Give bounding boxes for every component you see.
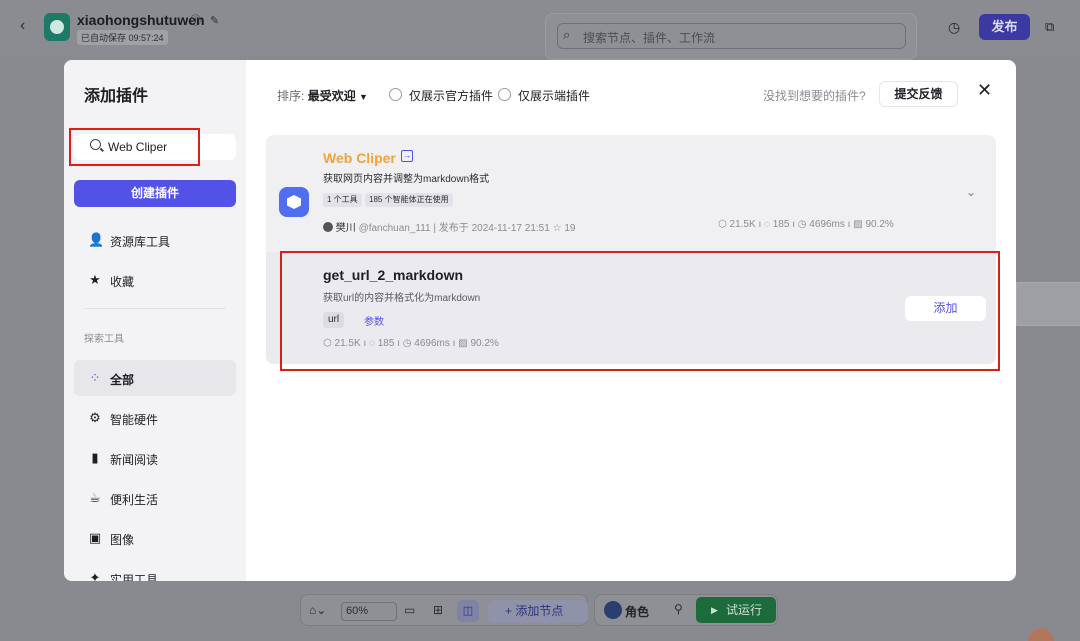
debug-icon[interactable]: ⚲ [674, 602, 683, 616]
not-found-text: 没找到想要的插件? [763, 89, 866, 103]
back-icon[interactable]: ‹ [20, 17, 25, 35]
comment-icon[interactable]: ▭ [404, 603, 415, 617]
sidebar-item-favorites[interactable]: ★ 收藏 [74, 262, 236, 298]
clock-icon: ◷ [797, 219, 810, 230]
grid-icon: ⁘ [89, 370, 101, 385]
author-avatar [323, 222, 333, 232]
plugin-logo-icon [279, 187, 309, 217]
mouse-icon[interactable]: ⌂⌄ [309, 603, 326, 617]
sidebar-item-label: 资源库工具 [110, 235, 171, 249]
tool-icon: ✦ [89, 570, 101, 582]
publish-date: 发布于 2024-11-17 21:51 [438, 223, 550, 234]
client-only-radio[interactable] [498, 88, 511, 101]
sidebar-item-news-reading[interactable]: ▮ 新闻阅读 [74, 440, 236, 476]
history-icon[interactable]: ◷ [948, 19, 960, 36]
modal-main: 排序: 最受欢迎 ▼ 仅展示官方插件 仅展示端插件 没找到想要的插件? 提交反馈… [246, 60, 1016, 581]
stat-calls: 21.5K [729, 219, 756, 230]
calls-icon: ⬡ [718, 219, 730, 230]
autosave-status: 已自动保存 09:57:24 [77, 30, 168, 45]
user-icon: 👤 [88, 232, 105, 247]
star-icon: ☆ [552, 223, 562, 234]
sidebar-item-label: 图像 [110, 533, 135, 547]
sort-dropdown[interactable]: 排序: 最受欢迎 ▼ [277, 87, 368, 104]
sidebar-item-life[interactable]: ☕ 便利生活 [74, 480, 236, 516]
sort-value: 最受欢迎 [307, 89, 356, 103]
sidebar-item-image[interactable]: ▣ 图像 [74, 520, 236, 556]
role-avatar[interactable] [604, 601, 622, 619]
test-run-label: 试运行 [726, 603, 763, 617]
official-only-radio[interactable] [389, 88, 402, 101]
role-label[interactable]: 角色 [625, 603, 649, 620]
explore-section-label: 探索工具 [84, 334, 124, 345]
author-name: 樊川 [335, 223, 356, 234]
bottom-toolbar: ⌂⌄ 60% ▭ ⊞ ◫ + 添加节点 角色 ⚲ ▶ 试运行 [300, 594, 778, 628]
play-icon: ▶ [711, 605, 718, 615]
sidebar-item-label: 便利生活 [110, 493, 159, 507]
node-search-placeholder: 搜索节点、插件、工作流 [583, 31, 716, 45]
official-only-label[interactable]: 仅展示官方插件 [409, 87, 493, 104]
zoom-select[interactable]: 60% [341, 602, 397, 621]
sidebar-item-label: 新闻阅读 [110, 453, 159, 467]
search-icon: ⌕ [563, 27, 571, 42]
copy-icon[interactable]: ⧉ [1045, 19, 1054, 35]
sidebar-item-label: 全部 [110, 373, 135, 387]
sidebar-item-label: 智能硬件 [110, 413, 159, 427]
canvas-node [1016, 282, 1080, 326]
layout-icon[interactable]: ⊞ [433, 603, 443, 617]
sidebar-item-library-tools[interactable]: 👤 资源库工具 [74, 222, 236, 258]
app-title: xiaohongshutuwen [77, 12, 205, 28]
stat-latency: 4696ms [809, 219, 845, 230]
image-icon: ▣ [88, 530, 102, 545]
sidebar-item-label: 收藏 [110, 275, 135, 289]
stat-success: 90.2% [865, 219, 894, 230]
modal-sidebar: 添加插件 Web Cliper 创建插件 👤 资源库工具 ★ 收藏 探索工具 ⁘… [64, 60, 246, 581]
annotation-highlight-search [69, 128, 200, 166]
add-plugin-modal: 添加插件 Web Cliper 创建插件 👤 资源库工具 ★ 收藏 探索工具 ⁘… [64, 60, 1016, 581]
sidebar-divider [84, 308, 226, 309]
user-avatar[interactable] [1028, 628, 1054, 641]
add-node-button[interactable]: + 添加节点 [488, 600, 588, 623]
chip-icon: ⚙ [89, 410, 101, 425]
plugin-stats: ⬡ 21.5K ı ◌ 185 ı ◷ 4696ms ı ▨ 90.2% [718, 219, 894, 230]
minimap-icon[interactable]: ◫ [457, 600, 479, 622]
sidebar-item-label: 实用工具 [110, 573, 159, 581]
tool-count-badge: 1 个工具 [323, 193, 362, 207]
author-handle: @fanchuan_111 [358, 223, 431, 234]
app-logo [44, 13, 70, 41]
star-count: 19 [564, 223, 576, 234]
stat-bots: 185 [772, 219, 790, 230]
annotation-highlight-tool [280, 251, 1000, 371]
test-run-button[interactable]: ▶ 试运行 [696, 597, 776, 623]
plugin-name[interactable]: Web Cliper [323, 150, 396, 166]
external-link-icon[interactable]: → [401, 150, 413, 162]
feedback-button[interactable]: 提交反馈 [879, 81, 958, 107]
bot-usage-badge: 185 个智能体正在使用 [365, 193, 453, 207]
sidebar-item-utilities[interactable]: ✦ 实用工具 [74, 560, 236, 582]
sidebar-item-smart-hardware[interactable]: ⚙ 智能硬件 [74, 400, 236, 436]
plugin-author-meta: 樊川 @fanchuan_111 | 发布于 2024-11-17 21:51 … [323, 219, 575, 234]
bots-icon: ◌ [764, 219, 773, 230]
star-icon: ★ [89, 272, 101, 287]
canvas-tools-group: ⌂⌄ 60% ▭ ⊞ ◫ + 添加节点 [300, 594, 588, 626]
top-bar [0, 0, 1080, 56]
chevron-down-icon[interactable]: ⌄ [966, 185, 976, 199]
modal-title: 添加插件 [84, 88, 149, 105]
book-icon: ▮ [91, 450, 99, 465]
caret-down-icon: ▼ [359, 92, 368, 102]
cup-icon: ☕ [89, 490, 101, 505]
publish-button[interactable]: 发布 [979, 14, 1030, 40]
sort-label: 排序: [277, 89, 305, 103]
success-icon: ▨ [853, 219, 866, 230]
plugin-description: 获取网页内容并调整为markdown格式 [323, 174, 490, 185]
client-only-label[interactable]: 仅展示端插件 [518, 87, 590, 104]
info-edit-icons[interactable]: ⓘ ✎ [190, 12, 222, 28]
close-icon[interactable]: ✕ [977, 80, 992, 101]
create-plugin-button[interactable]: 创建插件 [74, 180, 236, 207]
sidebar-item-all[interactable]: ⁘ 全部 [74, 360, 236, 396]
